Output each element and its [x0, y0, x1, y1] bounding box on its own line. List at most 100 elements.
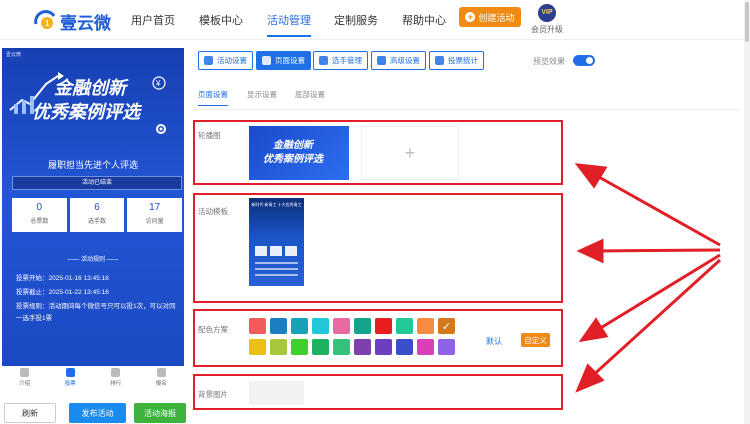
publish-activity-button[interactable]: 发布活动 [69, 403, 126, 423]
vip-upgrade-label[interactable]: 会员升级 [531, 24, 563, 35]
color-swatch[interactable] [417, 318, 434, 334]
stat-contestants: 6 选手数 [69, 198, 125, 232]
background-image-label: 背景图片 [198, 390, 228, 399]
activity-poster-button[interactable]: 活动海报 [134, 403, 186, 423]
background-image-upload[interactable] [249, 381, 304, 405]
refresh-button[interactable]: 刷新 [4, 403, 56, 423]
vote-icon [65, 368, 75, 377]
activity-settings-button[interactable]: 活动设置 [198, 51, 253, 70]
color-swatch[interactable] [291, 339, 308, 355]
nav-help-center[interactable]: 帮助中心 [402, 12, 446, 28]
tool-label: 选手管理 [332, 56, 362, 65]
custom-color-button[interactable]: 自定义 [521, 333, 550, 347]
nav-activity-management[interactable]: 活动管理 [267, 12, 311, 37]
color-swatch[interactable] [333, 318, 350, 334]
color-swatch[interactable]: ✓ [438, 318, 455, 334]
color-swatch[interactable] [333, 339, 350, 355]
tool-label: 投票统计 [448, 56, 478, 65]
carousel-image-thumb[interactable]: 金融创新 优秀案例评选 [249, 126, 349, 180]
tab-ranking[interactable]: 排行 [93, 366, 139, 390]
tab-label: 介绍 [19, 381, 31, 387]
template-label: 活动模板 [198, 207, 228, 216]
template-block [255, 246, 267, 256]
color-swatch[interactable] [354, 318, 371, 334]
color-swatch[interactable] [354, 339, 371, 355]
signup-icon [156, 368, 166, 377]
scrollbar-thumb[interactable] [745, 2, 749, 42]
page-settings-button[interactable]: 页面设置 [256, 51, 311, 70]
logo-icon[interactable]: 1 [32, 6, 58, 32]
subtab-footer-settings[interactable]: 底部设置 [295, 89, 325, 100]
color-swatch[interactable] [417, 339, 434, 355]
tool-label: 高级设置 [390, 56, 420, 65]
gear-icon [262, 56, 271, 65]
tool-label: 页面设置 [275, 56, 305, 65]
color-swatch[interactable] [396, 339, 413, 355]
color-swatch[interactable] [270, 318, 287, 334]
color-swatch[interactable] [312, 339, 329, 355]
color-swatch[interactable] [396, 318, 413, 334]
page-scrollbar[interactable] [744, 0, 750, 424]
create-activity-label: 创建活动 [478, 12, 515, 23]
nav-custom-service[interactable]: 定制服务 [334, 12, 378, 28]
color-scheme-label: 配色方案 [198, 325, 228, 334]
rules-heading: —— 活动规则 —— [67, 257, 119, 263]
yen-coin-icon: ¥ [152, 76, 166, 90]
color-swatch[interactable] [270, 339, 287, 355]
add-carousel-image-button[interactable]: + [361, 126, 459, 180]
create-activity-button[interactable]: + 创建活动 [459, 7, 521, 27]
advanced-settings-button[interactable]: 高级设置 [371, 51, 426, 70]
template-line [255, 262, 298, 264]
subtab-page-settings[interactable]: 页面设置 [198, 89, 228, 106]
users-icon [319, 56, 328, 65]
arrow-annotation [578, 317, 609, 343]
color-swatch[interactable] [249, 339, 266, 355]
tab-signup[interactable]: 报名 [139, 366, 185, 390]
vip-icon[interactable]: VIP [538, 4, 556, 22]
preview-effect-label: 预览效果 [533, 57, 565, 66]
color-swatch[interactable] [438, 339, 455, 355]
gear-icon [156, 124, 166, 134]
tool-label: 活动设置 [217, 56, 247, 65]
mobile-preview: 壹云微 金融创新 优秀案例评选 ¥ 履职担当先进个人评选 活动已结束 0 总票数… [2, 48, 184, 390]
thumb-line1: 金融创新 [273, 140, 313, 151]
rule-vote: 投票规则：活动期间每个微信号只可以投1次，可以对同一选手投1票 [16, 303, 176, 322]
activity-template-thumb[interactable]: 新时代 新青工 十大优秀青工 [249, 198, 304, 296]
tab-label: 排行 [110, 381, 122, 387]
arrow-annotation [593, 253, 721, 334]
annotation-arrows [574, 163, 722, 393]
tab-vote[interactable]: 投票 [48, 366, 94, 390]
stat-value: 0 [36, 202, 43, 213]
arrow-annotation [576, 238, 604, 264]
color-swatch[interactable] [375, 339, 392, 355]
check-icon: ✓ [441, 320, 452, 333]
template-line [255, 268, 298, 270]
plus-icon: + [465, 12, 476, 22]
thumb-line2: 优秀案例评选 [263, 154, 323, 165]
arrow-annotation [588, 258, 722, 380]
template-line [255, 274, 298, 276]
contestant-management-button[interactable]: 选手管理 [313, 51, 368, 70]
svg-text:¥: ¥ [155, 79, 161, 88]
svg-text:1: 1 [45, 19, 50, 28]
preview-effect-toggle[interactable] [573, 55, 595, 66]
template-thumb-text: 新时代 新青工 十大优秀青工 [251, 202, 302, 207]
top-navbar: 1 壹云微 用户首页 模板中心 活动管理 定制服务 帮助中心 + 创建活动 VI… [0, 0, 750, 40]
color-swatch[interactable] [375, 318, 392, 334]
default-color-link[interactable]: 默认 [486, 336, 502, 347]
sliders-icon [377, 56, 386, 65]
stat-label: 选手数 [88, 219, 107, 225]
subtab-display-settings[interactable]: 显示设置 [247, 89, 277, 100]
nav-user-home[interactable]: 用户首页 [131, 12, 175, 28]
arrow-annotation [574, 163, 608, 189]
color-swatch[interactable] [312, 318, 329, 334]
stat-label: 访问量 [145, 219, 164, 225]
brand-name[interactable]: 壹云微 [60, 9, 111, 34]
tab-label: 报名 [155, 381, 167, 387]
vote-statistics-button[interactable]: 投票统计 [429, 51, 484, 70]
color-swatch[interactable] [249, 318, 266, 334]
color-swatch[interactable] [291, 318, 308, 334]
nav-template-center[interactable]: 模板中心 [199, 12, 243, 28]
tab-intro[interactable]: 介绍 [2, 366, 48, 390]
template-block [285, 246, 297, 256]
